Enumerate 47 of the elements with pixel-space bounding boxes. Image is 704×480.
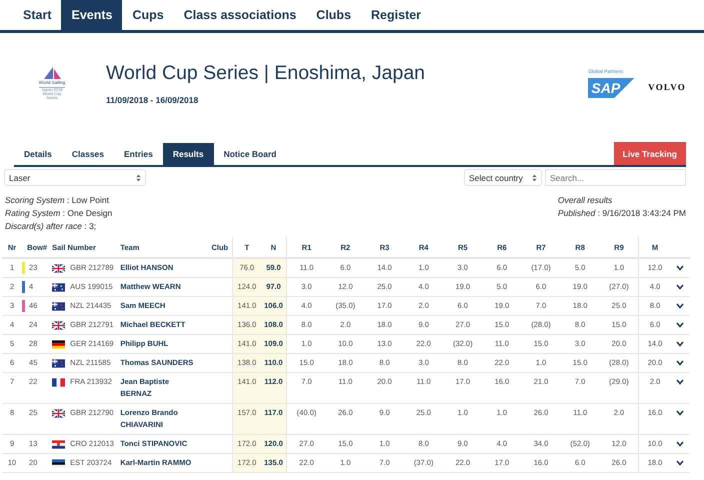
event-title: World Cup Series | Enoshima, Japan [106,62,426,84]
flag-icon [52,282,66,292]
flag-icon [52,458,66,468]
overall-results-label: Overall results [558,194,614,207]
flag-icon [52,378,66,386]
info-line: Scoring System : Low Point [5,194,110,207]
tab[interactable]: Entries [114,143,163,165]
nav-link[interactable]: Events [61,0,122,30]
flag-icon [52,440,66,448]
sail-icon [42,66,62,80]
chevron-down-icon[interactable] [676,322,684,328]
flag-icon [52,302,66,310]
sap-logo: SAP [588,78,634,98]
flag-icon [52,320,66,330]
tab[interactable]: Results [162,143,214,165]
chevron-down-icon[interactable] [676,460,684,466]
volvo-logo: VOLVO [648,82,686,92]
search-field[interactable]: Search... [545,169,686,186]
info-line: Rating System : One Design [5,207,112,220]
event-dates: 11/09/2018 - 16/09/2018 [106,94,200,104]
flag-icon [52,264,66,272]
tab[interactable]: Classes [62,143,114,165]
chevron-down-icon[interactable] [676,341,684,347]
tab[interactable]: Notice Board [214,143,286,165]
chevron-down-icon[interactable] [676,265,684,271]
nav-link[interactable]: Class associations [174,0,306,30]
sort-arrows-icon [532,174,537,182]
flag-icon [52,358,66,368]
country-select[interactable]: Select country [464,169,542,186]
tab[interactable]: Details [14,143,62,165]
chevron-down-icon[interactable] [676,441,684,447]
nav-link[interactable]: Clubs [306,0,362,30]
nav-link[interactable]: Start [13,0,62,30]
info-line: Discard(s) after race : 3; [5,220,98,233]
chevron-down-icon[interactable] [676,379,684,385]
live-tracking-button[interactable]: Live Tracking [614,142,686,165]
class-select[interactable]: Laser [4,169,146,186]
chevron-down-icon[interactable] [676,410,684,416]
flag-icon [52,340,66,348]
chevron-down-icon[interactable] [676,284,684,290]
sort-arrows-icon [136,174,141,182]
published-date: Published : 9/16/2018 3:43:24 PM [558,207,686,220]
chevron-down-icon[interactable] [676,360,684,366]
flag-icon [52,408,66,418]
chevron-down-icon[interactable] [676,303,684,309]
nav-link[interactable]: Register [361,0,432,30]
nav-link[interactable]: Cups [122,0,174,30]
